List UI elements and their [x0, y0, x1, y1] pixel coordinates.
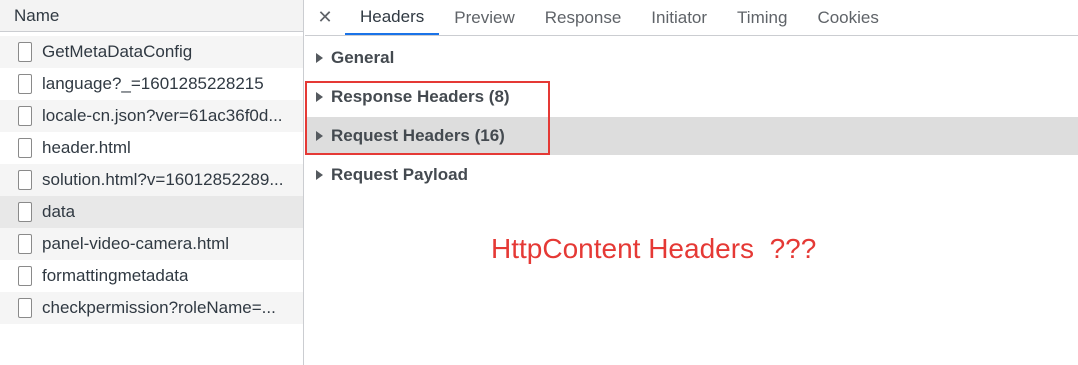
file-icon — [18, 138, 32, 158]
section-response-headers[interactable]: Response Headers (8) — [305, 78, 1078, 116]
request-list: GetMetaDataConfig language?_=16012852282… — [0, 36, 303, 324]
request-row[interactable]: language?_=1601285228215 — [0, 68, 303, 100]
file-icon — [18, 170, 32, 190]
name-column-header[interactable]: Name — [0, 0, 303, 32]
section-request-headers[interactable]: Request Headers (16) — [305, 117, 1078, 155]
expand-triangle-icon — [316, 53, 323, 63]
request-row[interactable]: panel-video-camera.html — [0, 228, 303, 260]
expand-triangle-icon — [316, 92, 323, 102]
section-label: Request Headers (16) — [331, 126, 505, 145]
tab-headers[interactable]: Headers — [345, 0, 440, 35]
request-row[interactable]: header.html — [0, 132, 303, 164]
file-icon — [18, 202, 32, 222]
request-name: checkpermission?roleName=... — [42, 298, 276, 317]
request-row[interactable]: solution.html?v=16012852289... — [0, 164, 303, 196]
request-name: locale-cn.json?ver=61ac36f0d... — [42, 106, 283, 125]
detail-tab-bar: ✕ Headers Preview Response Initiator Tim… — [305, 0, 1078, 36]
request-name: panel-video-camera.html — [42, 234, 230, 253]
close-icon[interactable]: ✕ — [305, 0, 345, 35]
request-name: solution.html?v=16012852289... — [42, 170, 284, 189]
request-row[interactable]: GetMetaDataConfig — [0, 36, 303, 68]
section-request-payload[interactable]: Request Payload — [305, 156, 1078, 194]
section-label: Request Payload — [331, 165, 468, 184]
expand-triangle-icon — [316, 170, 323, 180]
request-row-selected[interactable]: data — [0, 196, 303, 228]
section-general[interactable]: General — [305, 39, 1078, 77]
expand-triangle-icon — [316, 131, 323, 141]
section-label: Response Headers (8) — [331, 87, 510, 106]
file-icon — [18, 266, 32, 286]
tab-timing[interactable]: Timing — [722, 0, 802, 35]
request-name: header.html — [42, 138, 131, 157]
file-icon — [18, 42, 32, 62]
request-detail-pane: ✕ Headers Preview Response Initiator Tim… — [305, 0, 1078, 365]
file-icon — [18, 106, 32, 126]
request-row[interactable]: checkpermission?roleName=... — [0, 292, 303, 324]
request-name: GetMetaDataConfig — [42, 42, 193, 61]
tab-cookies[interactable]: Cookies — [802, 0, 893, 35]
tab-response[interactable]: Response — [530, 0, 637, 35]
tab-initiator[interactable]: Initiator — [636, 0, 722, 35]
request-name: formattingmetadata — [42, 266, 189, 285]
request-row[interactable]: locale-cn.json?ver=61ac36f0d... — [0, 100, 303, 132]
request-list-pane: Name GetMetaDataConfig language?_=160128… — [0, 0, 304, 365]
tab-preview[interactable]: Preview — [439, 0, 529, 35]
section-label: General — [331, 48, 395, 67]
file-icon — [18, 74, 32, 94]
request-row[interactable]: formattingmetadata — [0, 260, 303, 292]
request-name: language?_=1601285228215 — [42, 74, 264, 93]
request-name: data — [42, 202, 76, 221]
file-icon — [18, 298, 32, 318]
annotation-text: HttpContent Headers ??? — [491, 233, 817, 264]
file-icon — [18, 234, 32, 254]
